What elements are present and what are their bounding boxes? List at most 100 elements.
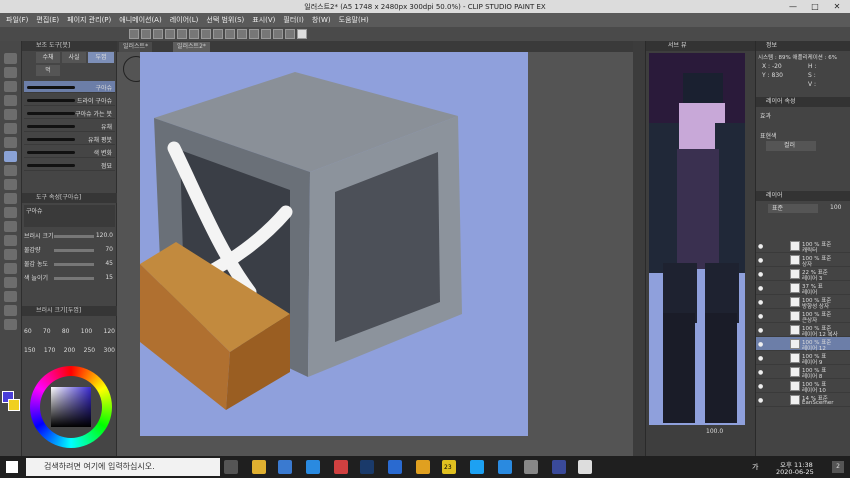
- prop-color-stretch[interactable]: 색 늘이기 15: [24, 273, 115, 283]
- expression-select[interactable]: 컬러: [766, 141, 816, 151]
- size-preset[interactable]: 250: [84, 347, 95, 354]
- brush-tool-icon[interactable]: [4, 151, 17, 162]
- sub-color-swatch[interactable]: [8, 399, 20, 411]
- figure-tool-icon[interactable]: [4, 249, 17, 260]
- layer-row-selected[interactable]: ● 100 % 표준 레이어 12: [756, 337, 850, 352]
- layer-row[interactable]: ● 14 % 표준 EanScerner: [756, 393, 850, 407]
- menu-help[interactable]: 도움말(H): [339, 15, 369, 25]
- color-square[interactable]: [51, 387, 91, 427]
- blend-tool-icon[interactable]: [4, 207, 17, 218]
- size-preset[interactable]: 80: [62, 328, 70, 335]
- help-icon[interactable]: [297, 29, 307, 39]
- steam-icon[interactable]: [360, 460, 374, 474]
- layer-row[interactable]: ● 37 % 표 레이어: [756, 281, 850, 296]
- eye-icon[interactable]: ●: [758, 313, 763, 320]
- save-icon[interactable]: [153, 29, 163, 39]
- decoration-tool-icon[interactable]: [4, 179, 17, 190]
- eye-icon[interactable]: ●: [758, 271, 763, 278]
- tab-watercolor[interactable]: 수채: [36, 52, 60, 63]
- eye-icon[interactable]: ●: [758, 397, 763, 404]
- layer-row[interactable]: ● 100 % 표준 상자: [756, 253, 850, 268]
- tab-illust1[interactable]: 일러스트*: [119, 42, 153, 52]
- menu-filter[interactable]: 필터(I): [283, 15, 303, 25]
- airbrush-tool-icon[interactable]: [4, 165, 17, 176]
- eye-icon[interactable]: ●: [758, 341, 763, 348]
- file-explorer-icon[interactable]: [252, 460, 266, 474]
- size-preset[interactable]: 100: [81, 328, 92, 335]
- undo-icon[interactable]: [165, 29, 175, 39]
- ruler-tool-icon[interactable]: [4, 277, 17, 288]
- mail-icon[interactable]: [388, 460, 402, 474]
- grid-icon[interactable]: [285, 29, 295, 39]
- snap-icon[interactable]: [261, 29, 271, 39]
- brush-item[interactable]: 점묘: [24, 159, 115, 171]
- layer-row[interactable]: ● 100 % 표준 캐릭터: [756, 239, 850, 254]
- tab-thick[interactable]: 두껍: [88, 52, 114, 63]
- menu-animation[interactable]: 애니메이션(A): [119, 15, 161, 25]
- prop-paint-density[interactable]: 물감 농도 45: [24, 259, 115, 269]
- ruler-icon[interactable]: [273, 29, 283, 39]
- tab-illust2[interactable]: 일러스트2*: [173, 42, 210, 52]
- menu-view[interactable]: 표시(V): [252, 15, 275, 25]
- pencil-tool-icon[interactable]: [4, 137, 17, 148]
- eye-icon[interactable]: ●: [758, 299, 763, 306]
- maximize-button[interactable]: □: [804, 0, 826, 13]
- layer-row[interactable]: ● 100 % 표준 레이어 12 복사: [756, 323, 850, 338]
- minimize-button[interactable]: —: [782, 0, 804, 13]
- size-preset[interactable]: 200: [64, 347, 75, 354]
- prop-paint-amount[interactable]: 물감량 70: [24, 245, 115, 255]
- eye-icon[interactable]: ●: [758, 383, 763, 390]
- size-preset[interactable]: 300: [104, 347, 115, 354]
- brush-item[interactable]: 유채 평붓: [24, 133, 115, 145]
- balloon-tool-icon[interactable]: [4, 305, 17, 316]
- eye-icon[interactable]: ●: [758, 327, 763, 334]
- navigator-zoom[interactable]: 100.0: [706, 428, 723, 435]
- size-preset[interactable]: 60: [24, 328, 32, 335]
- twitter-icon[interactable]: [470, 460, 484, 474]
- text-tool-icon[interactable]: [4, 291, 17, 302]
- menu-window[interactable]: 창(W): [312, 15, 331, 25]
- layer-row[interactable]: ● 100 % 표 레이어 9: [756, 351, 850, 366]
- edge-icon[interactable]: [498, 460, 512, 474]
- layer-row[interactable]: ● 100 % 표 레이어 10: [756, 379, 850, 394]
- eye-icon[interactable]: ●: [758, 355, 763, 362]
- edge-icon[interactable]: [306, 460, 320, 474]
- close-button[interactable]: ✕: [826, 0, 848, 13]
- eyedropper-tool-icon[interactable]: [4, 109, 17, 120]
- canvas-paper[interactable]: [140, 52, 528, 436]
- windows-start-icon[interactable]: [6, 461, 18, 473]
- clear-icon[interactable]: [189, 29, 199, 39]
- size-preset[interactable]: 150: [24, 347, 35, 354]
- move-tool-icon[interactable]: [4, 67, 17, 78]
- fill-tool-icon[interactable]: [4, 221, 17, 232]
- menu-page[interactable]: 페이지 관리(P): [67, 15, 111, 25]
- brush-item[interactable]: 색 변화: [24, 146, 115, 158]
- app-icon[interactable]: [524, 460, 538, 474]
- task-view-icon[interactable]: [224, 460, 238, 474]
- new-icon[interactable]: [129, 29, 139, 39]
- menu-selection[interactable]: 선택 범위(S): [206, 15, 244, 25]
- size-preset[interactable]: 70: [43, 328, 51, 335]
- brush-item[interactable]: 구아슈: [24, 81, 115, 93]
- eye-icon[interactable]: ●: [758, 285, 763, 292]
- layer-row[interactable]: ● 100 % 표 레이어 8: [756, 365, 850, 380]
- layer-row[interactable]: ● 100 % 표준 큰상자: [756, 309, 850, 324]
- invert-icon[interactable]: [249, 29, 259, 39]
- taskbar-date[interactable]: 2020-06-25: [776, 468, 814, 476]
- deselect-icon[interactable]: [225, 29, 235, 39]
- prop-brush-size[interactable]: 브러시 크기 120.0: [24, 231, 115, 241]
- notification-icon[interactable]: 2: [832, 461, 844, 473]
- brush-item[interactable]: 유채: [24, 120, 115, 132]
- pen-tool-icon[interactable]: [4, 123, 17, 134]
- layer-row[interactable]: ● 22 % 표준 레이어 3: [756, 267, 850, 282]
- brush-item[interactable]: 드라이 구아슈: [24, 94, 115, 106]
- brush-item[interactable]: 구아슈 가는 붓: [24, 107, 115, 119]
- gradient-tool-icon[interactable]: [4, 235, 17, 246]
- zoom-tool-icon[interactable]: [4, 53, 17, 64]
- menu-edit[interactable]: 편집(E): [36, 15, 59, 25]
- blend-mode-select[interactable]: 표준: [768, 204, 818, 213]
- size-preset[interactable]: 170: [44, 347, 55, 354]
- crop-icon[interactable]: [237, 29, 247, 39]
- store-icon[interactable]: [278, 460, 292, 474]
- selection-tool-icon[interactable]: [4, 81, 17, 92]
